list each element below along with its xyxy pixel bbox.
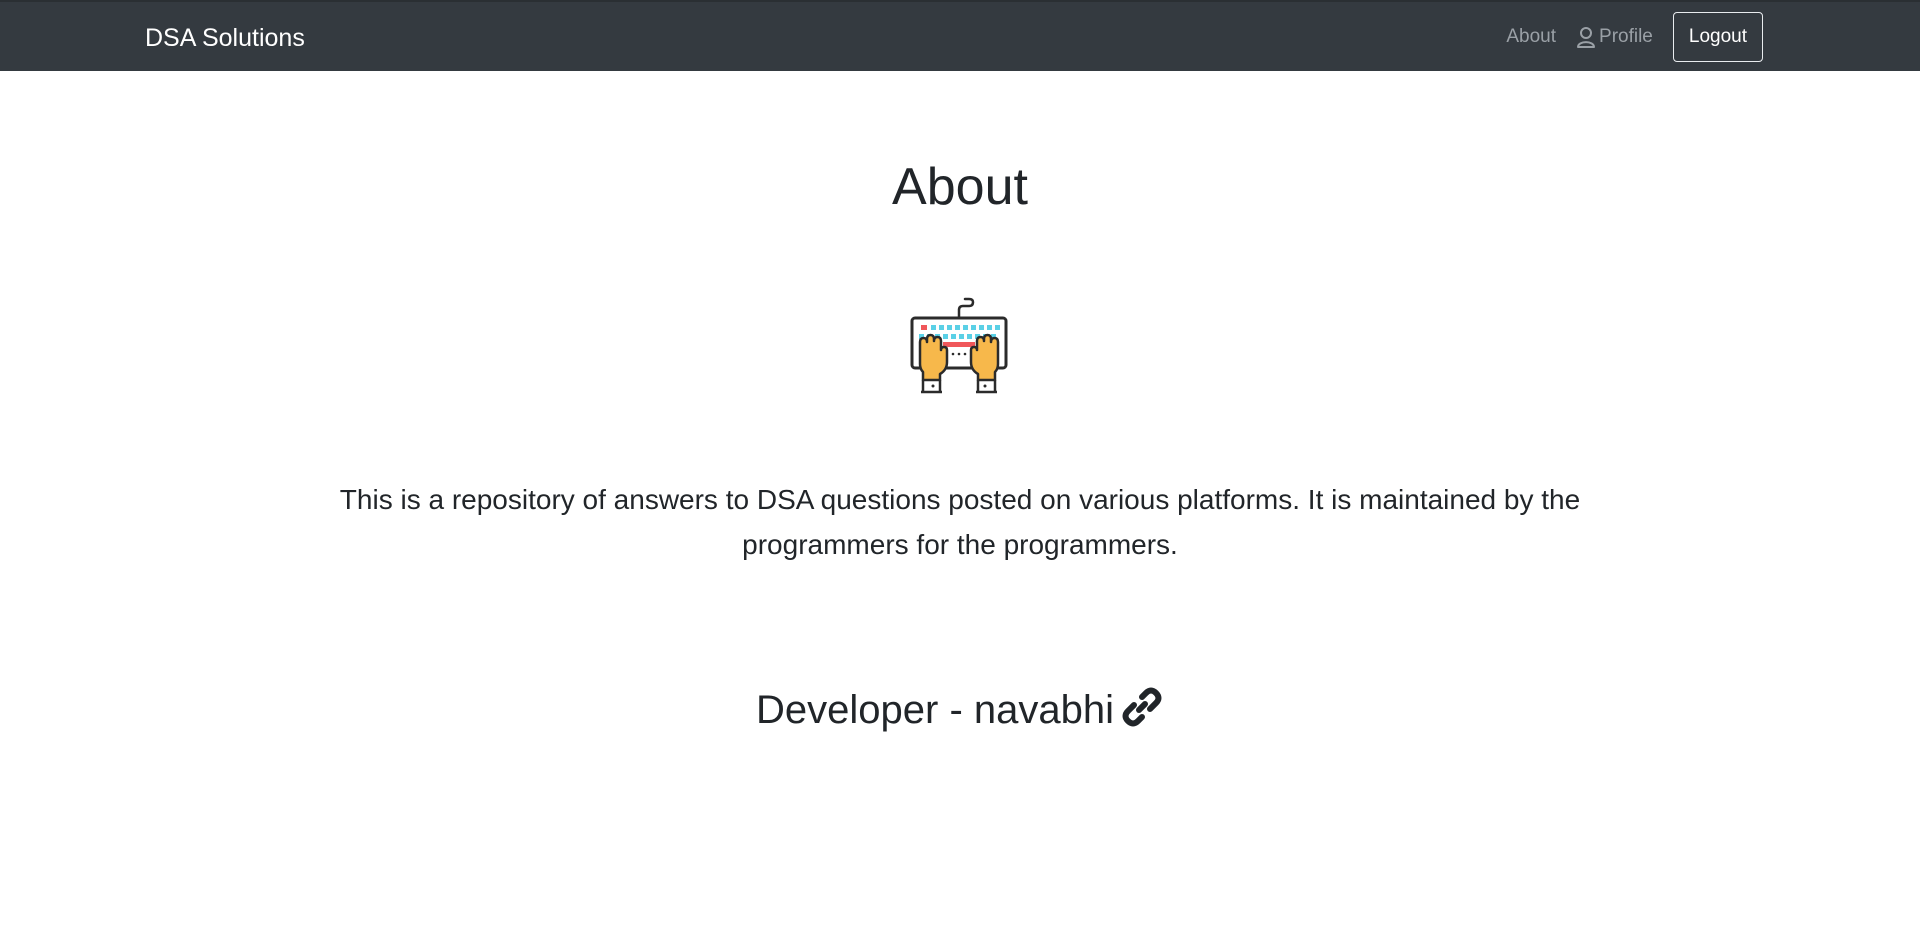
developer-heading: Developer - navabhi (0, 682, 1920, 738)
about-description: This is a repository of answers to DSA q… (339, 484, 1581, 560)
navbar: DSA Solutions About Profile Logout (0, 0, 1920, 71)
page-title: About (892, 158, 1028, 216)
user-icon (1576, 26, 1596, 48)
brand-link[interactable]: DSA Solutions (145, 22, 305, 54)
logout-button[interactable]: Logout (1672, 12, 1763, 62)
link-icon[interactable] (1120, 685, 1164, 729)
nav-about-label: About (1506, 26, 1557, 47)
nav-profile-label: Profile (1599, 26, 1653, 47)
nav-about-link[interactable]: About (1506, 26, 1556, 48)
nav-menu: About Profile Logout (1506, 12, 1763, 62)
nav-profile-link[interactable]: Profile (1576, 26, 1653, 48)
keyboard-hands-icon (907, 292, 1011, 398)
developer-text: Developer - navabhi (756, 688, 1114, 732)
